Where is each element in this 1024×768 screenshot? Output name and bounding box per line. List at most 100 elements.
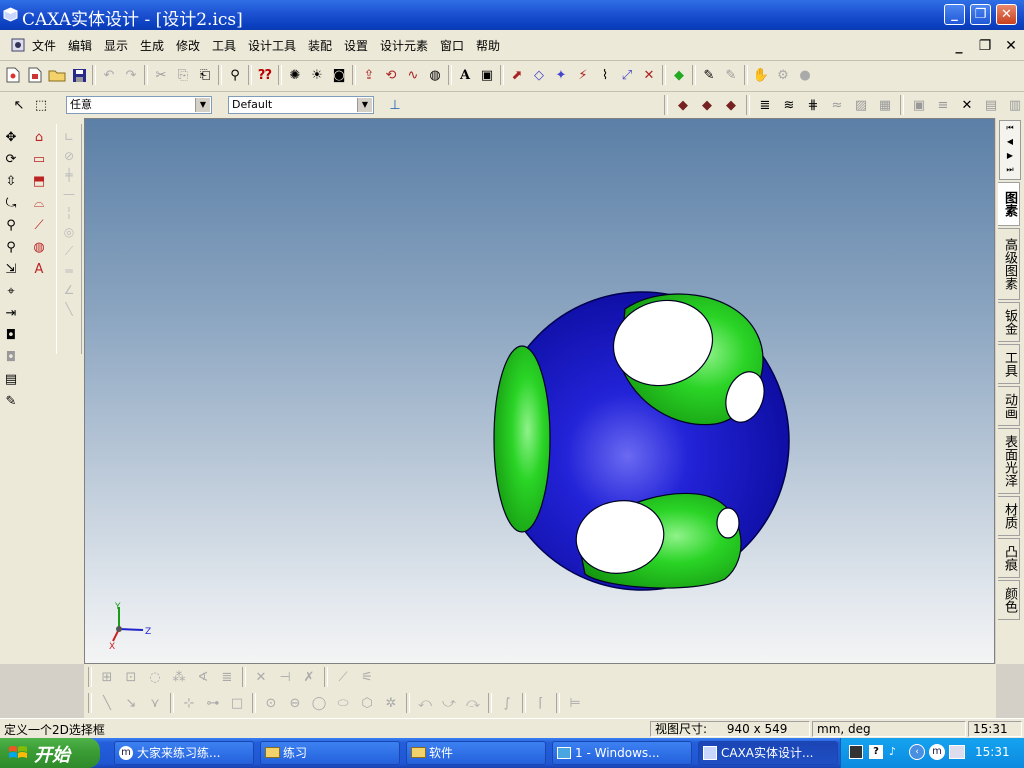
zoom-window-icon[interactable]: ⚲ [2,238,20,256]
snap-stack-icon[interactable]: ≣ [218,668,236,686]
polygon-icon[interactable]: ⬡ [358,694,376,712]
move-icon[interactable]: ✥ [2,128,20,146]
rotate-view-icon[interactable]: ⟳ [2,150,20,168]
fillet-icon[interactable]: ⌇ [596,66,614,84]
ime-icon[interactable]: m [929,744,945,760]
star-icon[interactable]: ✲ [382,694,400,712]
split-icon[interactable]: ✕ [640,66,658,84]
layer-icon[interactable]: ≣ [756,96,774,114]
angle-line-icon[interactable]: ⋎ [146,694,164,712]
pull-face-icon[interactable]: ⬈ [508,66,526,84]
new-file-icon[interactable] [4,66,22,84]
menu-modify[interactable]: 修改 [176,37,200,54]
rectangle-icon[interactable]: ▭ [30,150,48,168]
select-arrow-icon[interactable]: ↖ [10,96,28,114]
taskbar-item-2[interactable]: 软件 [406,741,546,765]
surface-icon[interactable]: ▣ [478,66,496,84]
speaker-icon[interactable]: ♪ [889,745,903,759]
taskbar-item-1[interactable]: 练习 [260,741,400,765]
menu-window[interactable]: 窗口 [440,37,464,54]
material-icon[interactable]: ◆ [670,66,688,84]
snap-angle-icon[interactable]: ∢ [194,668,212,686]
break-icon[interactable]: ✗ [300,668,318,686]
delete-icon[interactable]: ✕ [252,668,270,686]
snap-grid-icon[interactable]: ⊞ [98,668,116,686]
light-icon[interactable]: ☀ [308,66,326,84]
rotate-face-icon[interactable]: ✦ [552,66,570,84]
text-tool-icon[interactable]: A [30,260,48,278]
line-icon[interactable]: ⟋ [30,216,48,234]
menu-tools[interactable]: 工具 [212,37,236,54]
ellipse-icon[interactable]: ⬭ [334,694,352,712]
chamfer-icon[interactable]: ⤢ [618,66,636,84]
start-button[interactable]: 开始 [0,738,100,768]
dimension-icon[interactable]: ⊨ [566,694,584,712]
snap-box-icon[interactable]: ⊡ [122,668,140,686]
menu-file[interactable]: 文件 [32,37,56,54]
drag-icon[interactable]: ✋ [752,66,770,84]
document-menu-icon[interactable] [10,37,26,53]
tab-surface-finish[interactable]: 表面光泽 [998,428,1020,494]
open-folder-icon[interactable] [48,66,66,84]
boolean-icon[interactable]: ▥ [1006,96,1024,114]
3d-box-icon[interactable]: ◆ [674,96,692,114]
tab-advanced-primitives[interactable]: 高级图素 [998,228,1020,300]
redo-icon[interactable]: ↷ [122,66,140,84]
menu-design-tools[interactable]: 设计工具 [248,37,296,54]
polyline-icon[interactable]: ↘ [122,694,140,712]
perforated-sphere[interactable] [493,289,790,591]
camera-view-icon[interactable]: ◘ [2,326,20,344]
taskbar-item-0[interactable]: m 大家来练习练... [114,741,254,765]
doc-minimize-button[interactable]: _ [948,36,970,56]
link-icon[interactable]: ⚙ [774,66,792,84]
pattern-icon[interactable]: ▤ [982,96,1000,114]
orbit-icon[interactable]: ⤿ [2,194,20,212]
cut-icon[interactable]: ✂ [152,66,170,84]
fillet-2d-icon[interactable]: ⌈ [532,694,550,712]
tab-color[interactable]: 颜色 [998,580,1020,620]
wave-icon[interactable]: ≈ [828,96,846,114]
hatch-icon[interactable]: ▨ [852,96,870,114]
menu-generate[interactable]: 生成 [140,37,164,54]
3d-viewport[interactable]: Y Z X [84,118,995,664]
target-icon[interactable]: ⌖ [2,282,20,300]
grid-icon[interactable]: ⋕ [804,96,822,114]
arc-2-icon[interactable]: ⤻ [440,694,458,712]
circle-icon[interactable]: ◍ [30,238,48,256]
paint-icon[interactable]: ✎ [2,392,20,410]
select-box-icon[interactable]: ⬚ [32,96,50,114]
copy-icon[interactable]: ⎘ [174,66,192,84]
style-dropdown[interactable]: Default ▼ [228,96,374,114]
film-icon[interactable]: ▤ [2,370,20,388]
text-icon[interactable]: A [456,66,474,84]
doc-close-button[interactable]: ✕ [1000,36,1022,56]
show-hidden-icon[interactable]: ‹ [909,744,925,760]
point-icon[interactable]: ⊹ [180,694,198,712]
tab-material[interactable]: 材质 [998,496,1020,536]
circle-2pt-icon[interactable]: ⊖ [286,694,304,712]
minimize-button[interactable]: _ [944,4,965,25]
circle-3pt-icon[interactable]: ◯ [310,694,328,712]
line-tool-icon[interactable]: ╲ [98,694,116,712]
menu-display[interactable]: 显示 [104,37,128,54]
shell-icon[interactable]: ◇ [530,66,548,84]
trim-icon[interactable]: ⊣ [276,668,294,686]
undo-icon[interactable]: ↶ [100,66,118,84]
camera-disabled-icon[interactable]: ◘ [2,348,20,366]
zoom-fit-icon[interactable]: ⇲ [2,260,20,278]
offset-icon[interactable]: ⟋ [334,668,352,686]
close-button[interactable]: ✕ [996,4,1017,25]
attach-icon[interactable]: ● [796,66,814,84]
tab-animation[interactable]: 动画 [998,386,1020,426]
snap-circle-icon[interactable]: ◌ [146,668,164,686]
save-icon[interactable] [70,66,88,84]
3d-solid-icon[interactable]: ◆ [698,96,716,114]
edge-icon[interactable]: ⌓ [30,194,48,212]
draft-icon[interactable]: ⚡ [574,66,592,84]
3d-wire-icon[interactable]: ◆ [722,96,740,114]
menu-settings[interactable]: 设置 [344,37,368,54]
tab-sheet-metal[interactable]: 钣金 [998,302,1020,342]
zoom-icon[interactable]: ⚲ [2,216,20,234]
render-icon[interactable]: ✺ [286,66,304,84]
snap-pattern-icon[interactable]: ⁂ [170,668,188,686]
